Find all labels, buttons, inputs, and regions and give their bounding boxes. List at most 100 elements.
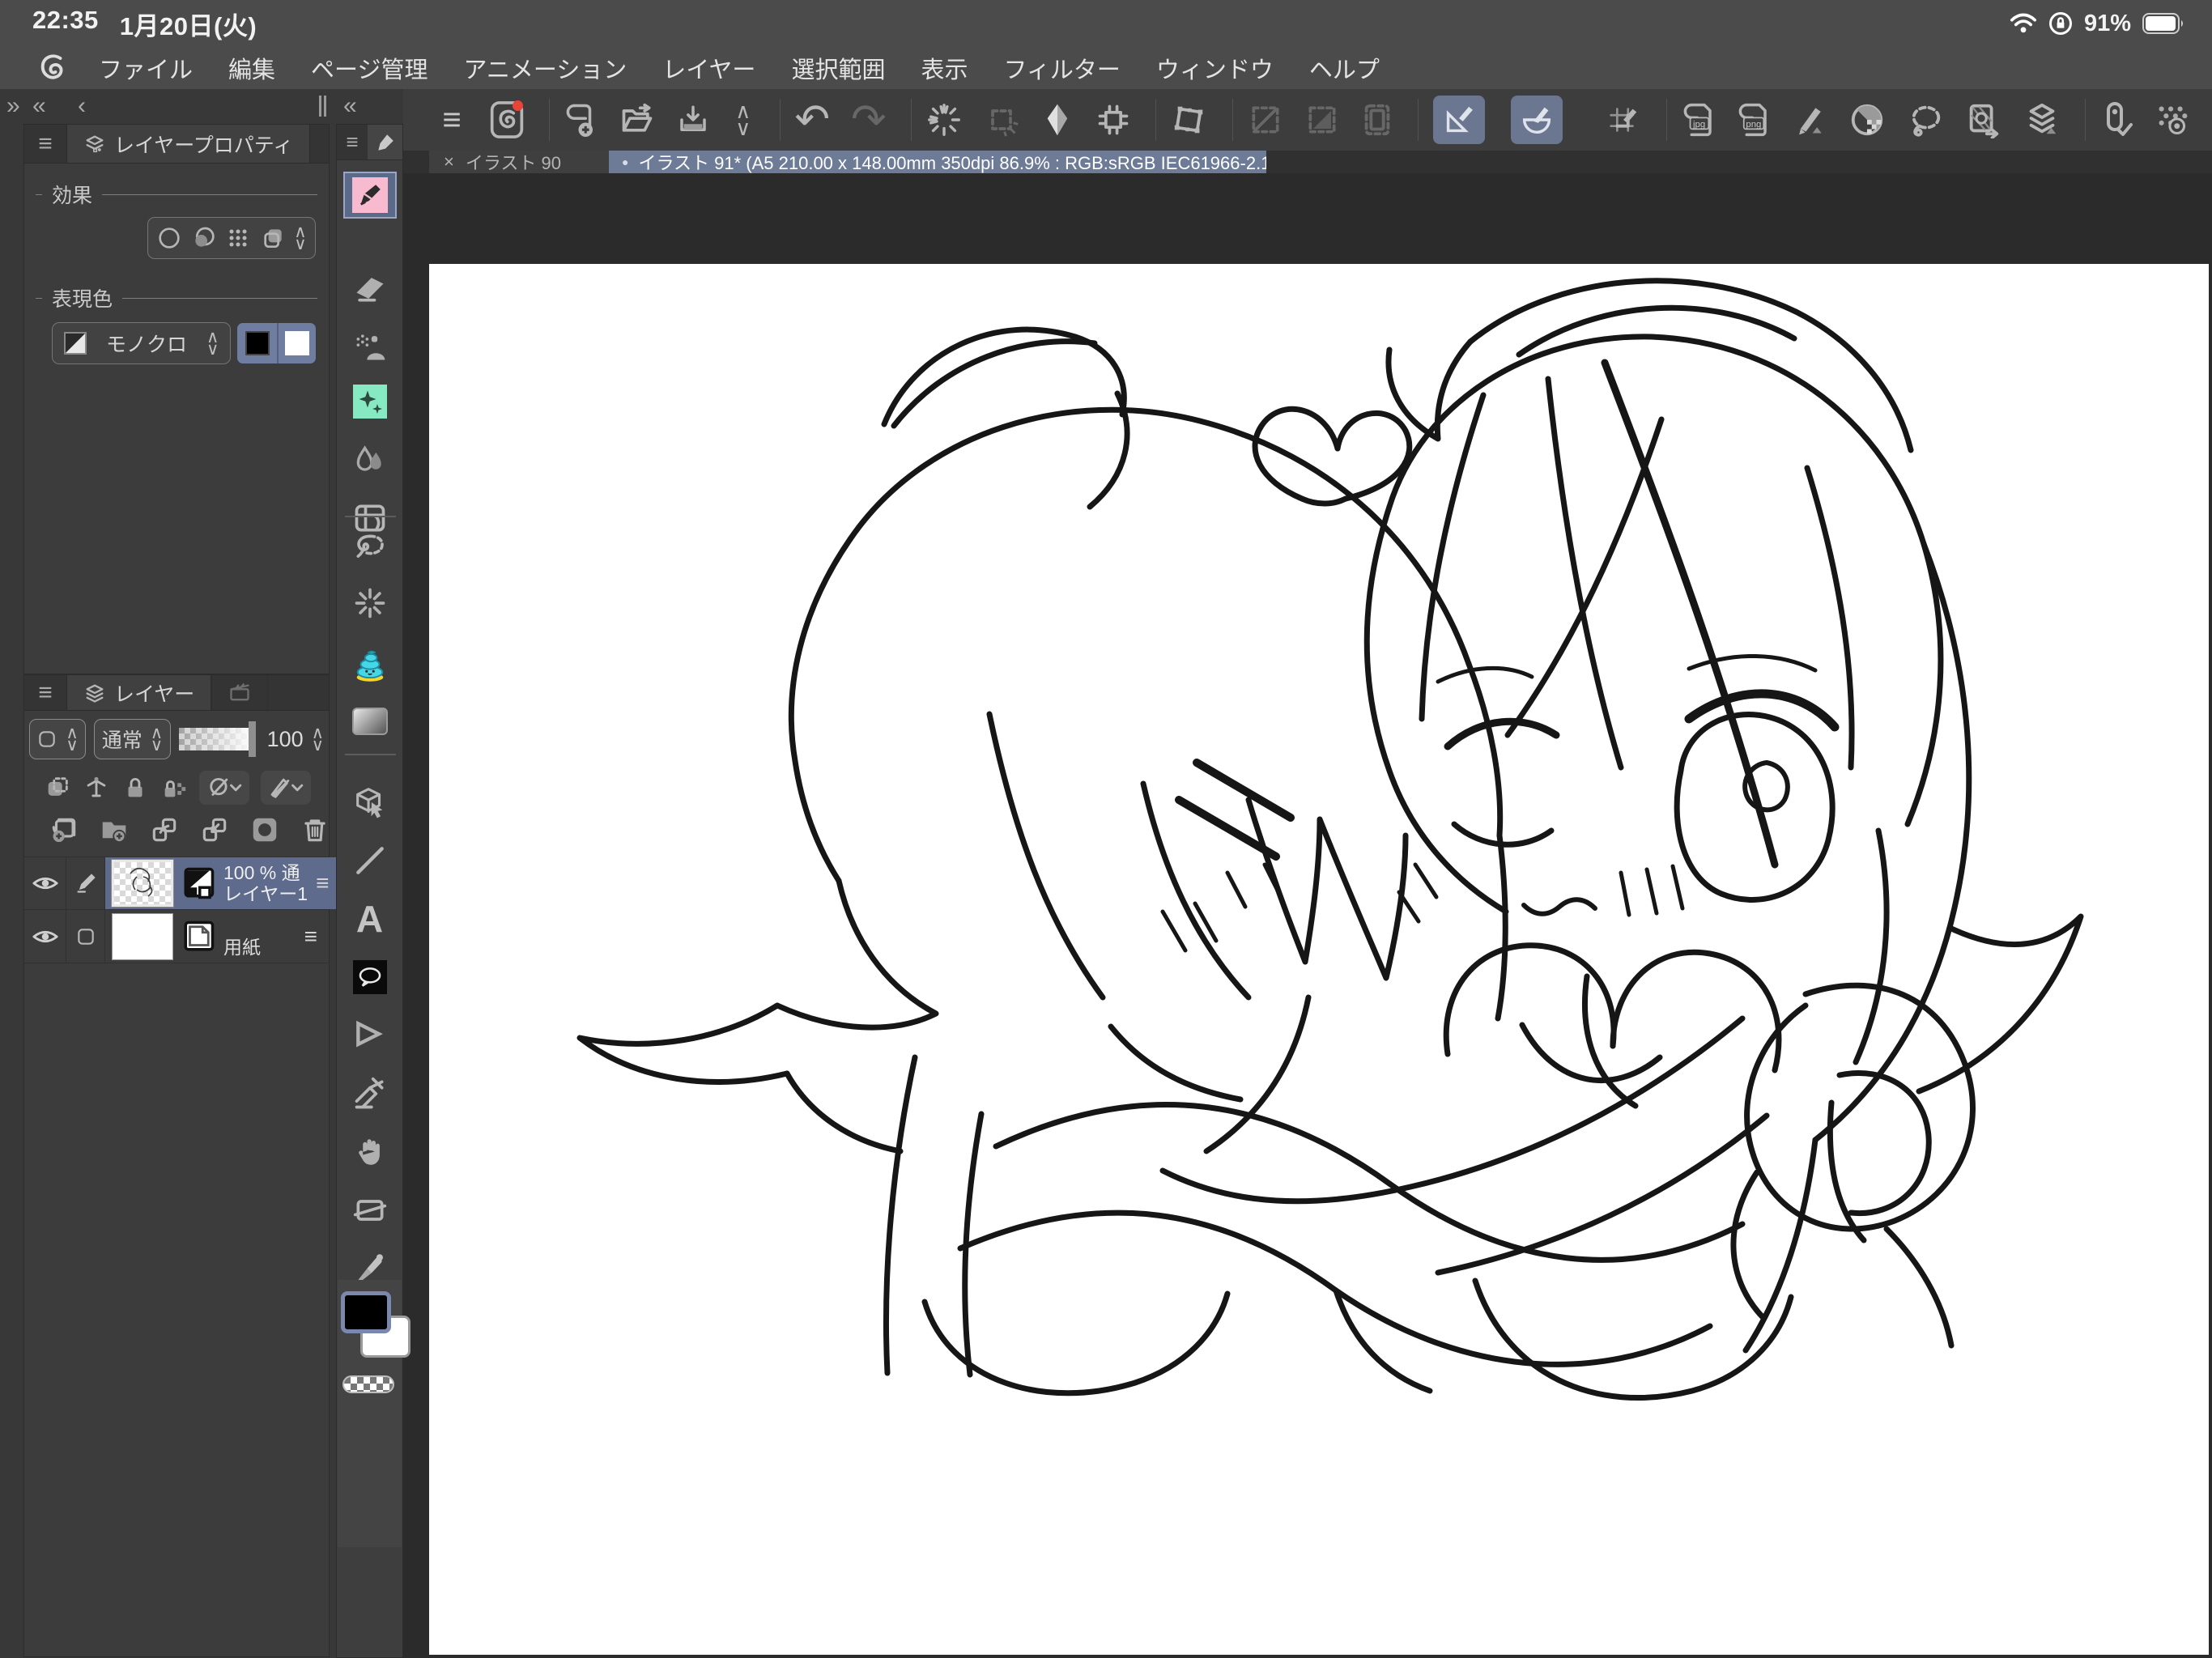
palette-color-combo[interactable]: ∧ ∨ <box>29 719 87 759</box>
black-color-swatch[interactable] <box>237 323 277 363</box>
layer1-editing-pen-icon[interactable] <box>66 857 105 909</box>
snap-grid-icon[interactable] <box>1361 99 1393 141</box>
opacity-slider[interactable] <box>178 721 256 757</box>
reference-layer-icon[interactable] <box>83 774 110 801</box>
canvas-area[interactable] <box>403 173 2212 1658</box>
dock-back-icon[interactable]: ‹ <box>78 94 86 118</box>
quick-share-pen-icon[interactable] <box>1792 99 1827 141</box>
clip-studio-home-icon[interactable] <box>489 99 525 141</box>
tool-strip-menu-icon[interactable]: ≡ <box>337 125 368 159</box>
tone-effect-icon[interactable] <box>191 225 217 251</box>
dock-collapse-icon[interactable]: « <box>32 94 46 118</box>
clip-studio-logo-icon[interactable] <box>37 52 66 84</box>
deselect-icon[interactable] <box>984 99 1019 141</box>
main-color-black[interactable] <box>341 1291 391 1333</box>
change-pattern-icon[interactable] <box>1965 99 2002 141</box>
opacity-stepper[interactable]: ∧ ∨ <box>312 725 324 754</box>
tool-hand[interactable] <box>353 1135 387 1169</box>
layer-row-2[interactable]: 用紙 ≡ <box>24 910 329 963</box>
tool-object[interactable] <box>351 784 389 821</box>
tool-line[interactable] <box>352 843 388 878</box>
tool-rotate-canvas[interactable] <box>352 1192 388 1228</box>
tool-eraser[interactable] <box>352 270 388 306</box>
paper-thumbnail[interactable] <box>112 912 173 960</box>
tool-gradient[interactable] <box>351 708 388 735</box>
transfer-to-lower-layer-icon[interactable] <box>149 814 180 845</box>
opacity-slider-handle[interactable] <box>248 721 256 757</box>
export-png-icon[interactable]: png <box>1737 99 1771 141</box>
transparent-color-pill[interactable] <box>342 1375 394 1393</box>
menu-file[interactable]: ファイル <box>99 51 193 85</box>
tool-airbrush[interactable] <box>352 329 388 364</box>
tool-mascot-brush[interactable] <box>351 646 389 683</box>
tool-auto-select[interactable] <box>352 585 388 621</box>
ruler-visibility-button[interactable] <box>261 771 311 805</box>
layer1-visibility-eye-icon[interactable] <box>24 857 66 909</box>
tone-settings-icon[interactable] <box>2154 99 2191 141</box>
tab-animation-cel[interactable] <box>211 675 269 710</box>
toolbar-menu-icon[interactable]: ≡ <box>436 99 468 141</box>
layer1-menu-icon[interactable]: ≡ <box>316 870 334 896</box>
tool-blend[interactable] <box>352 442 388 478</box>
close-tab-icon[interactable]: × <box>444 151 454 172</box>
transform-icon[interactable] <box>1171 99 1208 141</box>
tool-decoration[interactable] <box>352 385 387 419</box>
stylus-settings-icon[interactable] <box>2100 99 2133 141</box>
document-canvas[interactable] <box>429 264 2209 1655</box>
tool-selection-lasso[interactable] <box>352 530 388 566</box>
snap-to-grid-icon[interactable] <box>1605 99 1642 141</box>
save-icon[interactable] <box>676 99 710 141</box>
tool-ruler[interactable] <box>352 1076 388 1112</box>
panel-menu-icon[interactable]: ≡ <box>24 125 66 163</box>
lock-transparent-pixels-icon[interactable] <box>160 774 188 801</box>
menu-filter[interactable]: フィルター <box>1003 51 1120 85</box>
tab-layer-property[interactable]: レイヤープロパティ <box>66 125 311 163</box>
tab-layers[interactable]: レイヤー <box>66 675 212 710</box>
color-mode-dropdown[interactable]: モノクロ ∧ ∨ <box>52 322 232 364</box>
layer1-thumbnail[interactable] <box>111 859 174 908</box>
tool-pen[interactable] <box>342 172 397 219</box>
new-folder-icon[interactable] <box>99 814 130 845</box>
layer-mask-icon[interactable] <box>249 814 280 845</box>
dock-collapse-right-icon[interactable]: « <box>343 94 357 118</box>
menu-page[interactable]: ページ管理 <box>311 51 428 85</box>
delete-layer-icon[interactable] <box>300 814 330 845</box>
layer-panel-menu-icon[interactable]: ≡ <box>24 675 66 710</box>
layer-row-1[interactable]: 100 % 通 レイヤー1 ≡ <box>24 857 341 910</box>
disable-mask-button[interactable] <box>199 771 249 805</box>
color-mode-stepper[interactable]: ∧ ∨ <box>206 329 219 358</box>
border-effect-icon[interactable] <box>156 225 182 251</box>
layer-set-icon[interactable] <box>2023 99 2061 141</box>
lasso-fill-icon[interactable] <box>1907 99 1944 141</box>
tool-strip-tab[interactable] <box>368 125 402 159</box>
crop-icon[interactable] <box>1095 99 1131 141</box>
paper-visibility-eye-icon[interactable] <box>24 910 66 963</box>
panel-grip[interactable] <box>319 96 326 117</box>
toolbar-updown-icon[interactable]: ∧ ∨ <box>731 99 755 141</box>
effect-stepper[interactable]: ∧ ∨ <box>294 223 306 253</box>
snap-to-ruler-icon[interactable] <box>1433 96 1486 144</box>
clear-icon[interactable] <box>925 99 963 141</box>
redo-icon[interactable]: ↷ <box>851 96 887 143</box>
menu-selection[interactable]: 選択範囲 <box>791 51 885 85</box>
dot-tone-icon[interactable] <box>225 225 251 251</box>
undo-icon[interactable]: ↶ <box>794 96 830 143</box>
fill-drop-icon[interactable] <box>1040 99 1074 141</box>
dock-expand-icon[interactable]: » <box>6 94 20 118</box>
tool-text[interactable]: A <box>356 897 383 941</box>
menu-view[interactable]: 表示 <box>921 51 968 85</box>
new-raster-layer-icon[interactable] <box>49 814 79 845</box>
menu-animation[interactable]: アニメーション <box>463 51 627 85</box>
menu-edit[interactable]: 編集 <box>228 51 275 85</box>
tab-illust-91[interactable]: ● イラスト 91* (A5 210.00 x 148.00mm 350dpi … <box>609 151 1266 173</box>
blend-mode-combo[interactable]: 通常 ∧ ∨ <box>94 719 171 759</box>
clip-to-layer-below-icon[interactable] <box>44 774 71 801</box>
white-color-swatch[interactable] <box>276 323 316 363</box>
tool-frame-border[interactable] <box>352 1018 388 1053</box>
paper-edit-checkbox[interactable] <box>66 910 105 963</box>
lock-layer-icon[interactable] <box>121 774 149 801</box>
tab-illust-90[interactable]: × イラスト 90 <box>429 151 609 173</box>
layer-color-icon[interactable] <box>260 225 286 251</box>
new-canvas-icon[interactable] <box>564 99 598 141</box>
snap-off-icon[interactable] <box>1248 99 1283 141</box>
